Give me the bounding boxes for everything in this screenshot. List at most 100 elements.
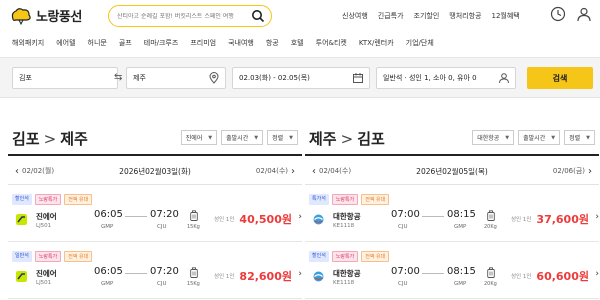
chevron-right-icon[interactable]: ›	[595, 212, 599, 222]
swap-icon[interactable]: ⇆	[114, 72, 122, 83]
next-date-icon[interactable]: ›	[585, 166, 595, 177]
location-pin-icon	[209, 72, 219, 84]
route-origin: 김포	[12, 130, 40, 148]
filters: 진에어 ▼ 출발시간 ▼ 정렬 ▼	[180, 130, 298, 145]
sort-filter-value: 정렬	[569, 135, 581, 142]
nav-overseas-package[interactable]: 해외패키지	[12, 38, 44, 57]
departure-time-filter[interactable]: 출발시간 ▼	[518, 130, 561, 145]
airline-filter[interactable]: 진에어 ▼	[180, 130, 218, 145]
flight-card[interactable]: 할인석 노랑특가 전액 유대 진에어 LJ501 06:05 GMP 07:20…	[8, 186, 302, 242]
departure-airport: GMP	[101, 224, 114, 230]
current-date: 2026년02월03일(화)	[119, 166, 191, 176]
departure-time-filter[interactable]: 출발시간 ▼	[221, 130, 264, 145]
date-field[interactable]: 02.03(화) - 02.05(목)	[232, 67, 370, 89]
nav-corporate[interactable]: 기업/단체	[406, 38, 434, 57]
origin-field[interactable]: 김포	[12, 67, 118, 89]
search-icon[interactable]	[251, 9, 265, 23]
nav-theme-cruise[interactable]: 테마/크루즈	[144, 38, 179, 57]
prev-date[interactable]: 02/04(수)	[319, 166, 351, 176]
top-link-lastminute-air[interactable]: 땡처리항공	[449, 11, 481, 21]
baggage-allowance: 15Kg	[187, 224, 200, 230]
departure-airport: CJU	[398, 281, 408, 287]
luggage-icon	[487, 210, 495, 221]
seat-class-badge: 할인석	[12, 194, 32, 205]
main-nav: 해외패키지 에어텔 허니문 골프 테마/크루즈 프리미엄 국내여행 항공 호텔 …	[0, 38, 600, 58]
airline-filter-value: 진에어	[185, 135, 203, 142]
chevron-right-icon[interactable]: ›	[298, 269, 302, 279]
top-link-december[interactable]: 12월혜택	[492, 11, 520, 21]
nav-golf[interactable]: 골프	[119, 38, 132, 57]
airline-name: 대한항공	[333, 212, 361, 221]
next-date[interactable]: 02/06(금)	[553, 166, 585, 176]
korean-air-logo-icon	[313, 271, 324, 282]
return-results: 제주 > 김포 대한항공 ▼ 출발시간 ▼ 정렬 ▼ ‹ 02/04(수) 2026년…	[305, 98, 599, 300]
flight-card[interactable]: 일반석 노랑특가 전액 유대 진에어 LJ501 06:05 GMP 07:20…	[8, 243, 302, 299]
deal-badge: 노랑특가	[34, 194, 62, 205]
user-icon[interactable]	[576, 6, 592, 22]
header: 노랑풍선 신상여행 긴급특가 조기할인 땡처리항공 12월혜택	[0, 0, 600, 34]
clock-icon[interactable]	[550, 6, 566, 22]
search-button[interactable]: 검색	[527, 67, 593, 89]
filters: 대한항공 ▼ 출발시간 ▼ 정렬 ▼	[472, 130, 595, 145]
nav-air[interactable]: 항공	[266, 38, 279, 57]
search-input[interactable]	[117, 12, 249, 20]
top-link-early[interactable]: 조기할인	[414, 11, 440, 21]
flight-search-panel: 김포 ⇆ 제주 02.03(화) - 02.05(목) 일반석 · 성인 1, …	[0, 58, 600, 98]
korean-air-logo-icon	[313, 214, 324, 225]
nav-domestic[interactable]: 국내여행	[228, 38, 254, 57]
airline-filter-value: 대한항공	[477, 135, 500, 142]
route-destination: 김포	[357, 130, 385, 148]
date-value: 02.03(화) - 02.05(목)	[239, 74, 310, 82]
nav-tour-ticket[interactable]: 투어&티켓	[316, 38, 347, 57]
date-navigator: ‹ 02/02(월) 2026년02월03일(화) 02/04(수) ›	[8, 160, 302, 182]
nav-hotel[interactable]: 호텔	[291, 38, 304, 57]
destination-value: 제주	[133, 74, 146, 82]
arrival-time: 07:20	[150, 266, 179, 277]
airline-filter[interactable]: 대한항공 ▼	[472, 130, 515, 145]
calendar-icon	[353, 73, 363, 83]
flight-number: KE1118	[333, 280, 355, 286]
baggage-allowance: 20Kg	[484, 224, 497, 230]
outbound-results: 김포 > 제주 진에어 ▼ 출발시간 ▼ 정렬 ▼ ‹ 02/02(월) 2026년0…	[8, 98, 302, 300]
next-date[interactable]: 02/04(수)	[256, 166, 288, 176]
nav-premium[interactable]: 프리미엄	[190, 38, 216, 57]
prev-date-icon[interactable]: ‹	[309, 166, 319, 177]
chevron-down-icon: ▼	[505, 134, 510, 141]
chevron-right-icon[interactable]: ›	[595, 269, 599, 279]
route-line	[422, 216, 444, 217]
nav-ktx-rentcar[interactable]: KTX/렌터카	[359, 38, 394, 57]
badges: 특가석 노랑특가 전액 유대	[309, 194, 390, 205]
jinair-logo-icon	[16, 214, 27, 225]
nav-airtel[interactable]: 에어텔	[56, 38, 75, 57]
departure-time: 07:00	[391, 266, 420, 277]
route-destination: 제주	[60, 130, 88, 148]
passenger-count: 성인 1인	[214, 274, 235, 280]
nav-honeymoon[interactable]: 허니문	[88, 38, 107, 57]
divider	[8, 154, 302, 156]
deal-badge: 노랑특가	[331, 194, 359, 205]
passenger-count: 성인 1인	[511, 217, 532, 223]
search-box[interactable]	[108, 5, 272, 27]
refund-badge: 전액 유대	[64, 194, 93, 205]
arrival-time: 08:15	[447, 266, 476, 277]
flight-card[interactable]: 특가석 노랑특가 전액 유대 대한항공 KE1118 07:00 CJU 08:…	[305, 186, 599, 242]
top-link-new[interactable]: 신상여행	[342, 11, 368, 21]
chevron-down-icon: ▼	[208, 134, 213, 141]
prev-date[interactable]: 02/02(월)	[22, 166, 54, 176]
departure-airport: GMP	[101, 281, 114, 287]
destination-field[interactable]: 제주	[126, 67, 226, 89]
logo[interactable]: 노랑풍선	[10, 6, 82, 25]
sort-filter[interactable]: 정렬 ▼	[267, 130, 298, 145]
next-date-icon[interactable]: ›	[288, 166, 298, 177]
passenger-field[interactable]: 일반석 · 성인 1, 소아 0, 유아 0	[376, 67, 516, 89]
chevron-right-icon[interactable]: ›	[298, 212, 302, 222]
refund-badge: 전액 유대	[361, 251, 390, 262]
top-link-urgent[interactable]: 긴급특가	[378, 11, 404, 21]
route-arrow-icon: >	[43, 129, 57, 148]
price: 40,500원	[239, 213, 292, 226]
top-links: 신상여행 긴급특가 조기할인 땡처리항공 12월혜택	[342, 11, 520, 21]
refund-badge: 전액 유대	[361, 194, 390, 205]
sort-filter[interactable]: 정렬 ▼	[564, 130, 595, 145]
flight-card[interactable]: 할인석 노랑특가 전액 유대 대한항공 KE1118 07:00 CJU 08:…	[305, 243, 599, 299]
prev-date-icon[interactable]: ‹	[12, 166, 22, 177]
